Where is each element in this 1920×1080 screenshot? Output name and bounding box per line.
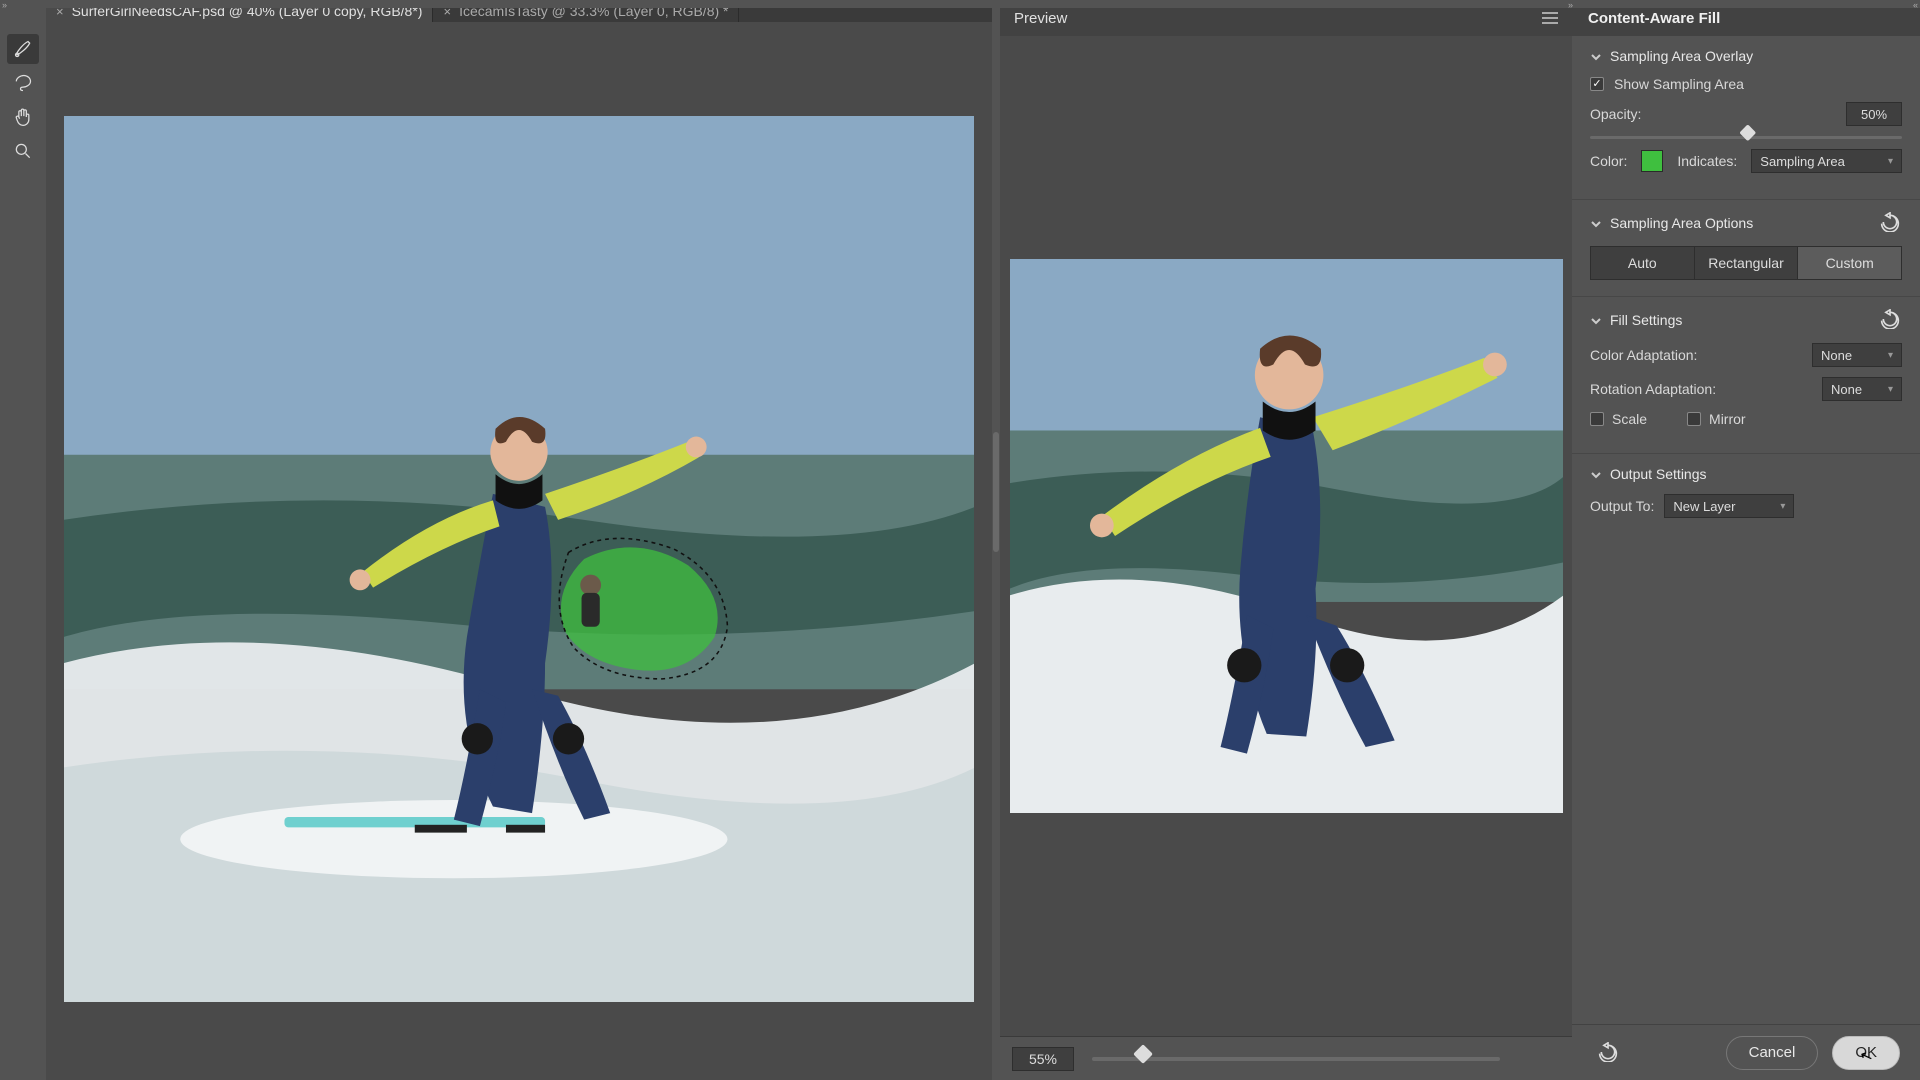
ok-button[interactable]: OK ↖ — [1832, 1036, 1900, 1070]
zoom-slider[interactable] — [1092, 1057, 1500, 1061]
section-output-settings[interactable]: Output Settings — [1590, 466, 1902, 482]
show-sampling-label: Show Sampling Area — [1614, 76, 1744, 92]
brush-tool[interactable] — [7, 34, 39, 64]
preview-title: Preview — [1014, 10, 1067, 27]
color-adapt-label: Color Adaptation: — [1590, 347, 1697, 363]
section-sampling-options[interactable]: Sampling Area Options — [1590, 212, 1902, 234]
output-to-select[interactable]: New Layer▾ — [1664, 494, 1794, 518]
sampling-mode-segmented: Auto Rectangular Custom — [1590, 246, 1902, 280]
output-to-label: Output To: — [1590, 498, 1654, 514]
mirror-checkbox[interactable] — [1687, 412, 1701, 426]
hand-tool[interactable] — [7, 102, 39, 132]
opacity-slider[interactable] — [1590, 136, 1902, 139]
mode-auto[interactable]: Auto — [1590, 246, 1694, 280]
preview-panel: Preview — [1000, 0, 1572, 1080]
rot-adapt-select[interactable]: None▾ — [1822, 377, 1902, 401]
scale-label: Scale — [1612, 411, 1647, 427]
canvas[interactable] — [64, 116, 974, 1002]
mode-custom[interactable]: Custom — [1797, 246, 1902, 280]
indicates-label: Indicates: — [1677, 153, 1737, 169]
reset-all-icon[interactable] — [1598, 1042, 1620, 1064]
content-aware-fill-panel: Content-Aware Fill Sampling Area Overlay… — [1572, 0, 1920, 1080]
lasso-tool[interactable] — [7, 68, 39, 98]
reset-icon[interactable] — [1880, 212, 1902, 234]
show-sampling-checkbox[interactable] — [1590, 77, 1604, 91]
mirror-label: Mirror — [1709, 411, 1746, 427]
cancel-button[interactable]: Cancel — [1726, 1036, 1819, 1070]
expand-right-icon[interactable]: « — [1913, 0, 1918, 8]
zoom-value[interactable]: 55% — [1012, 1047, 1074, 1071]
section-fill-settings[interactable]: Fill Settings — [1590, 309, 1902, 331]
mode-rectangular[interactable]: Rectangular — [1694, 246, 1798, 280]
color-label: Color: — [1590, 153, 1627, 169]
rot-adapt-label: Rotation Adaptation: — [1590, 381, 1716, 397]
chevron-down-icon — [1590, 50, 1602, 62]
preview-body[interactable] — [1000, 36, 1572, 1036]
expand-left-icon[interactable]: » — [2, 0, 7, 8]
color-adapt-select[interactable]: None▾ — [1812, 343, 1902, 367]
scale-checkbox[interactable] — [1590, 412, 1604, 426]
section-sampling-overlay[interactable]: Sampling Area Overlay — [1590, 48, 1902, 64]
expand-mid-icon[interactable]: » — [1568, 0, 1573, 10]
chevron-down-icon — [1590, 468, 1602, 480]
chevron-down-icon — [1590, 314, 1602, 326]
zoom-tool[interactable] — [7, 136, 39, 166]
opacity-value[interactable]: 50% — [1846, 102, 1902, 126]
main-canvas-column: × SurferGirlNeedsCAF.psd @ 40% (Layer 0 … — [46, 0, 992, 1080]
panel-menu-icon[interactable] — [1542, 12, 1558, 24]
opacity-label: Opacity: — [1590, 106, 1641, 122]
reset-icon[interactable] — [1880, 309, 1902, 331]
canvas-area[interactable] — [46, 22, 992, 1080]
splitter[interactable] — [992, 0, 1000, 1080]
toolbar — [0, 0, 46, 1080]
indicates-select[interactable]: Sampling Area▾ — [1751, 149, 1902, 173]
chevron-down-icon — [1590, 217, 1602, 229]
color-swatch[interactable] — [1641, 150, 1663, 172]
